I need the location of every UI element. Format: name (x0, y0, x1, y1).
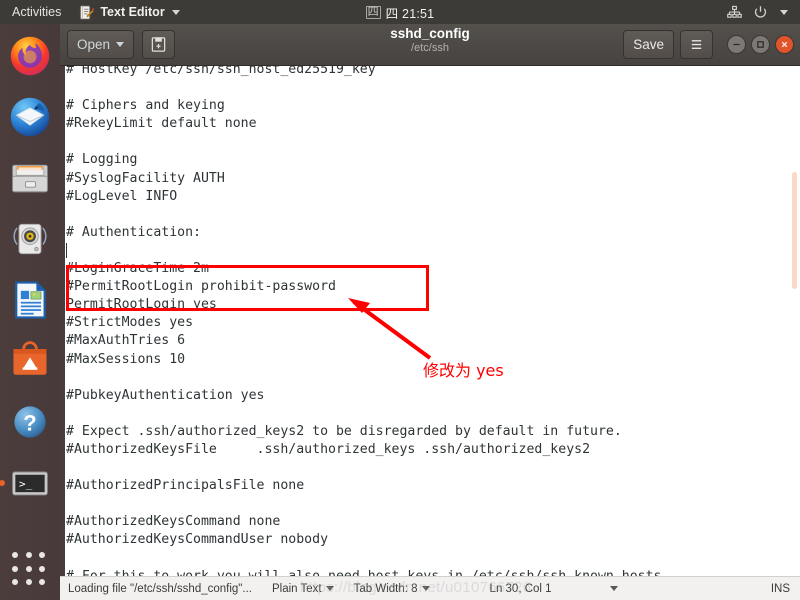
open-button[interactable]: Open (67, 30, 135, 59)
save-button[interactable]: Save (623, 30, 674, 59)
code-line: # For this to work you will also need ho… (66, 568, 800, 576)
dock-item-terminal[interactable]: >_ (6, 459, 54, 507)
text-editor-icon (79, 4, 95, 20)
dock-item-ubuntu-software[interactable] (6, 337, 54, 385)
dock-item-help[interactable]: ? (6, 398, 54, 446)
chevron-down-icon (325, 586, 334, 591)
dock-item-rhythmbox[interactable] (6, 215, 54, 263)
gnome-top-bar: Activities Text Editor 四 四 21:51 (0, 0, 800, 24)
code-line: PermitRootLogin yes (66, 297, 217, 313)
code-line: #RekeyLimit default none (66, 116, 257, 132)
app-menu-button[interactable]: Text Editor (71, 0, 187, 24)
svg-text:>_: >_ (19, 478, 33, 491)
cursor-position-selector[interactable]: Ln 30, Col 1 (490, 583, 618, 595)
activities-button[interactable]: Activities (0, 0, 71, 24)
open-button-label: Open (77, 37, 111, 52)
vertical-scrollbar-thumb[interactable] (792, 172, 797, 289)
grid-dot (39, 579, 46, 586)
status-message: Loading file "/etc/ssh/sshd_config"... (68, 582, 252, 595)
new-document-icon (150, 36, 167, 53)
clock-label: 四 21:51 (385, 6, 435, 21)
chevron-down-icon (171, 9, 180, 15)
maximize-button[interactable] (751, 35, 770, 54)
code-line: #PubkeyAuthentication yes (66, 387, 265, 403)
code-line: #AuthorizedKeysCommand none (66, 514, 281, 530)
code-line: #SyslogFacility AUTH (66, 170, 225, 186)
power-icon (753, 5, 768, 20)
svg-text:?: ? (23, 410, 36, 435)
network-wired-icon (727, 5, 742, 20)
code-line: #LoginGraceTime 2m (66, 261, 209, 277)
code-line: #AuthorizedPrincipalsFile none (66, 478, 305, 494)
grid-dot (12, 579, 18, 586)
system-status-area[interactable] (727, 5, 800, 20)
dock-item-thunderbird[interactable] (6, 93, 54, 141)
grid-dot (39, 552, 46, 558)
calendar-icon: 四 (365, 5, 381, 19)
code-line (66, 242, 800, 260)
new-document-button[interactable] (142, 30, 176, 59)
code-line: # Expect .ssh/authorized_keys2 to be dis… (66, 423, 622, 439)
text-editor-window: Open sshd_config /etc/ssh Save # HostKey… (60, 24, 800, 600)
language-selector[interactable]: Plain Text (272, 583, 334, 595)
grid-dot (25, 552, 32, 558)
chevron-down-icon (116, 42, 125, 47)
code-line: #AuthorizedKeysCommandUser nobody (66, 532, 329, 548)
status-bar: Loading file "/etc/ssh/sshd_config"... P… (60, 576, 800, 600)
app-menu-label: Text Editor (100, 5, 165, 19)
grid-dot (12, 552, 18, 558)
code-line: #PermitRootLogin prohibit-password (66, 279, 336, 295)
minimize-button[interactable] (727, 35, 746, 54)
grid-dot (12, 565, 18, 572)
document-path: /etc/ssh (411, 42, 449, 54)
text-view-area[interactable]: # HostKey /etc/ssh/ssh_host_ed25519_key #… (60, 66, 800, 576)
dock-item-files[interactable] (6, 154, 54, 202)
tab-width-label: Tab Width: 8 (353, 582, 418, 595)
headerbar-right-controls: Save (623, 30, 794, 59)
code-line: #AuthorizedKeysFile .ssh/authorized_keys… (66, 441, 591, 457)
hamburger-menu-button[interactable] (680, 30, 713, 59)
window-controls (727, 35, 794, 54)
code-line: #StrictModes yes (66, 315, 194, 331)
ubuntu-dock: ? >_ (0, 24, 60, 600)
insert-mode-label: INS (770, 582, 790, 595)
grid-dot (25, 579, 32, 586)
left-margin-stripe (60, 66, 65, 576)
code-line: # Authentication: (66, 224, 201, 240)
chevron-down-icon[interactable] (780, 9, 788, 15)
grid-dot (39, 565, 46, 572)
dock-item-libreoffice-writer[interactable] (6, 276, 54, 324)
tab-width-selector[interactable]: Tab Width: 8 (354, 583, 430, 595)
activities-label: Activities (12, 5, 62, 19)
dock-item-firefox[interactable] (6, 32, 54, 80)
cursor-position-label: Ln 30, Col 1 (489, 582, 552, 595)
grid-dot (25, 565, 32, 572)
language-label: Plain Text (271, 582, 322, 595)
chevron-down-icon (609, 586, 618, 591)
code-line: # HostKey /etc/ssh/ssh_host_ed25519_key (66, 66, 376, 77)
hamburger-menu-icon (689, 37, 704, 52)
window-headerbar: Open sshd_config /etc/ssh Save (60, 24, 800, 66)
code-line: #MaxSessions 10 (66, 351, 186, 367)
close-button[interactable] (775, 35, 794, 54)
document-title: sshd_config (390, 26, 470, 41)
show-applications-button[interactable] (12, 552, 48, 588)
chevron-down-icon (421, 586, 430, 591)
save-button-label: Save (633, 37, 664, 52)
code-line: # Logging (66, 152, 138, 168)
code-line: #MaxAuthTries 6 (66, 333, 186, 349)
document-text[interactable]: # HostKey /etc/ssh/ssh_host_ed25519_key #… (66, 66, 800, 576)
code-line: # Ciphers and keying (66, 98, 225, 114)
code-line: #LogLevel INFO (66, 188, 178, 204)
